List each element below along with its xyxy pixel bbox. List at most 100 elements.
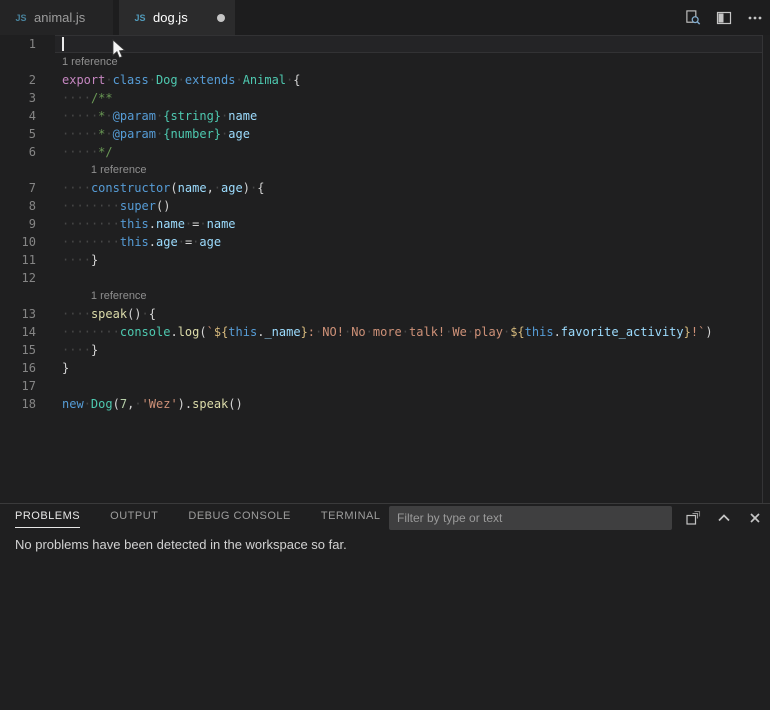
code-line[interactable]: 13····speak()·{: [0, 305, 770, 323]
tab-dog-js[interactable]: JS dog.js: [119, 0, 235, 35]
panel-tab-debug-console[interactable]: DEBUG CONSOLE: [188, 510, 290, 528]
gutter: 3: [0, 89, 55, 107]
code-line[interactable]: 11····}: [0, 251, 770, 269]
whitespace-dot: ·: [76, 145, 83, 159]
whitespace-dot: ·: [134, 397, 141, 411]
gutter: 10: [0, 233, 55, 251]
modified-dot-indicator[interactable]: [217, 14, 225, 22]
panel-tab-problems[interactable]: PROBLEMS: [15, 510, 80, 528]
editor-scrollbar[interactable]: [762, 35, 763, 503]
more-actions-icon[interactable]: [747, 10, 763, 26]
code-token: {: [257, 181, 264, 195]
maximize-panel-icon[interactable]: [716, 510, 732, 526]
code-token: class: [113, 73, 149, 87]
tab-label: dog.js: [153, 10, 188, 25]
code-text[interactable]: [55, 377, 762, 395]
line-number: 8: [0, 197, 36, 215]
line-number: 3: [0, 89, 36, 107]
code-line[interactable]: 3 ····/**: [0, 89, 770, 107]
codelens-reference[interactable]: 1 reference: [55, 53, 762, 71]
line-number: 16: [0, 359, 36, 377]
whitespace-dot: ·: [113, 325, 120, 339]
code-text[interactable]: ········super(): [55, 197, 762, 215]
codelens-row[interactable]: 1 reference: [0, 53, 770, 71]
line-number: 6: [0, 143, 36, 161]
code-token: extends: [185, 73, 236, 87]
panel-tabs: PROBLEMS OUTPUT DEBUG CONSOLE TERMINAL: [15, 510, 380, 528]
whitespace-dot: ·: [113, 217, 120, 231]
code-line[interactable]: 18new·Dog(7,·'Wez').speak(): [0, 395, 770, 413]
code-token: {: [293, 73, 300, 87]
whitespace-dot: ·: [214, 181, 221, 195]
whitespace-dot: ·: [199, 217, 206, 231]
problems-filter-input[interactable]: [389, 506, 672, 530]
code-line[interactable]: 4·····*·@param·{string}·name: [0, 107, 770, 125]
code-token: {: [149, 307, 156, 321]
code-text[interactable]: [55, 35, 762, 53]
code-line[interactable]: 15····}: [0, 341, 770, 359]
code-token: ${: [214, 325, 228, 339]
code-text[interactable]: ····constructor(name,·age)·{: [55, 179, 762, 197]
split-editor-icon[interactable]: [716, 10, 732, 26]
collapse-all-icon[interactable]: [685, 510, 701, 526]
code-line[interactable]: 8 ········super(): [0, 197, 770, 215]
whitespace-dot: ·: [105, 109, 112, 123]
whitespace-dot: ·: [105, 235, 112, 249]
code-text[interactable]: ····}: [55, 341, 762, 359]
code-text[interactable]: ·····*·@param·{string}·name: [55, 107, 762, 125]
panel-tab-output[interactable]: OUTPUT: [110, 510, 158, 528]
code-text[interactable]: ····/**: [55, 89, 762, 107]
close-panel-icon[interactable]: [747, 510, 763, 526]
line-number: 5: [0, 125, 36, 143]
open-preview-icon[interactable]: [685, 10, 701, 26]
code-text[interactable]: ········console.log(`${this._name}:·NO!·…: [55, 323, 762, 341]
codelens-reference[interactable]: 1 reference: [55, 161, 762, 179]
code-token: Dog: [156, 73, 178, 87]
whitespace-dot: ·: [84, 109, 91, 123]
code-token: .: [170, 325, 177, 339]
whitespace-dot: ·: [235, 73, 242, 87]
codelens-reference[interactable]: 1 reference: [55, 287, 762, 305]
code-line[interactable]: 12: [0, 269, 770, 287]
code-line[interactable]: 17: [0, 377, 770, 395]
code-token: speak: [91, 307, 127, 321]
code-text[interactable]: ·····*·@param·{number}·age: [55, 125, 762, 143]
code-line[interactable]: 14········console.log(`${this._name}:·NO…: [0, 323, 770, 341]
code-editor[interactable]: 11 reference2export·class·Dog·extends·An…: [0, 35, 770, 503]
code-line[interactable]: 1: [0, 35, 770, 53]
code-line[interactable]: 10········this.age·=·age: [0, 233, 770, 251]
code-token: name: [156, 217, 185, 231]
tab-animal-js[interactable]: JS animal.js: [0, 0, 113, 35]
code-text[interactable]: ·····*/: [55, 143, 762, 161]
panel-tab-terminal[interactable]: TERMINAL: [321, 510, 381, 528]
whitespace-dot: ·: [113, 199, 120, 213]
code-text[interactable]: ········this.age·=·age: [55, 233, 762, 251]
code-text[interactable]: new·Dog(7,·'Wez').speak(): [55, 395, 762, 413]
line-number: 9: [0, 215, 36, 233]
code-line[interactable]: 16}: [0, 359, 770, 377]
code-line[interactable]: 5 ·····*·@param·{number}·age: [0, 125, 770, 143]
whitespace-dot: ·: [76, 325, 83, 339]
gutter: 7: [0, 179, 55, 197]
whitespace-dot: ·: [76, 253, 83, 267]
whitespace-dot: ·: [149, 73, 156, 87]
code-token: console: [120, 325, 171, 339]
code-text[interactable]: ········this.name·=·name: [55, 215, 762, 233]
code-text[interactable]: ····}: [55, 251, 762, 269]
code-line[interactable]: 2export·class·Dog·extends·Animal·{: [0, 71, 770, 89]
gutter: 15: [0, 341, 55, 359]
whitespace-dot: ·: [178, 235, 185, 249]
code-text[interactable]: export·class·Dog·extends·Animal·{: [55, 71, 762, 89]
code-text[interactable]: [55, 269, 762, 287]
code-text[interactable]: }: [55, 359, 762, 377]
code-line[interactable]: 6 ·····*/: [0, 143, 770, 161]
text-caret: [62, 37, 64, 51]
code-token: }: [684, 325, 691, 339]
gutter: 17: [0, 377, 55, 395]
codelens-row[interactable]: 1 reference: [0, 161, 770, 179]
codelens-row[interactable]: 1 reference: [0, 287, 770, 305]
code-line[interactable]: 7····constructor(name,·age)·{: [0, 179, 770, 197]
code-line[interactable]: 9········this.name·=·name: [0, 215, 770, 233]
code-token: ,: [207, 181, 214, 195]
code-text[interactable]: ····speak()·{: [55, 305, 762, 323]
